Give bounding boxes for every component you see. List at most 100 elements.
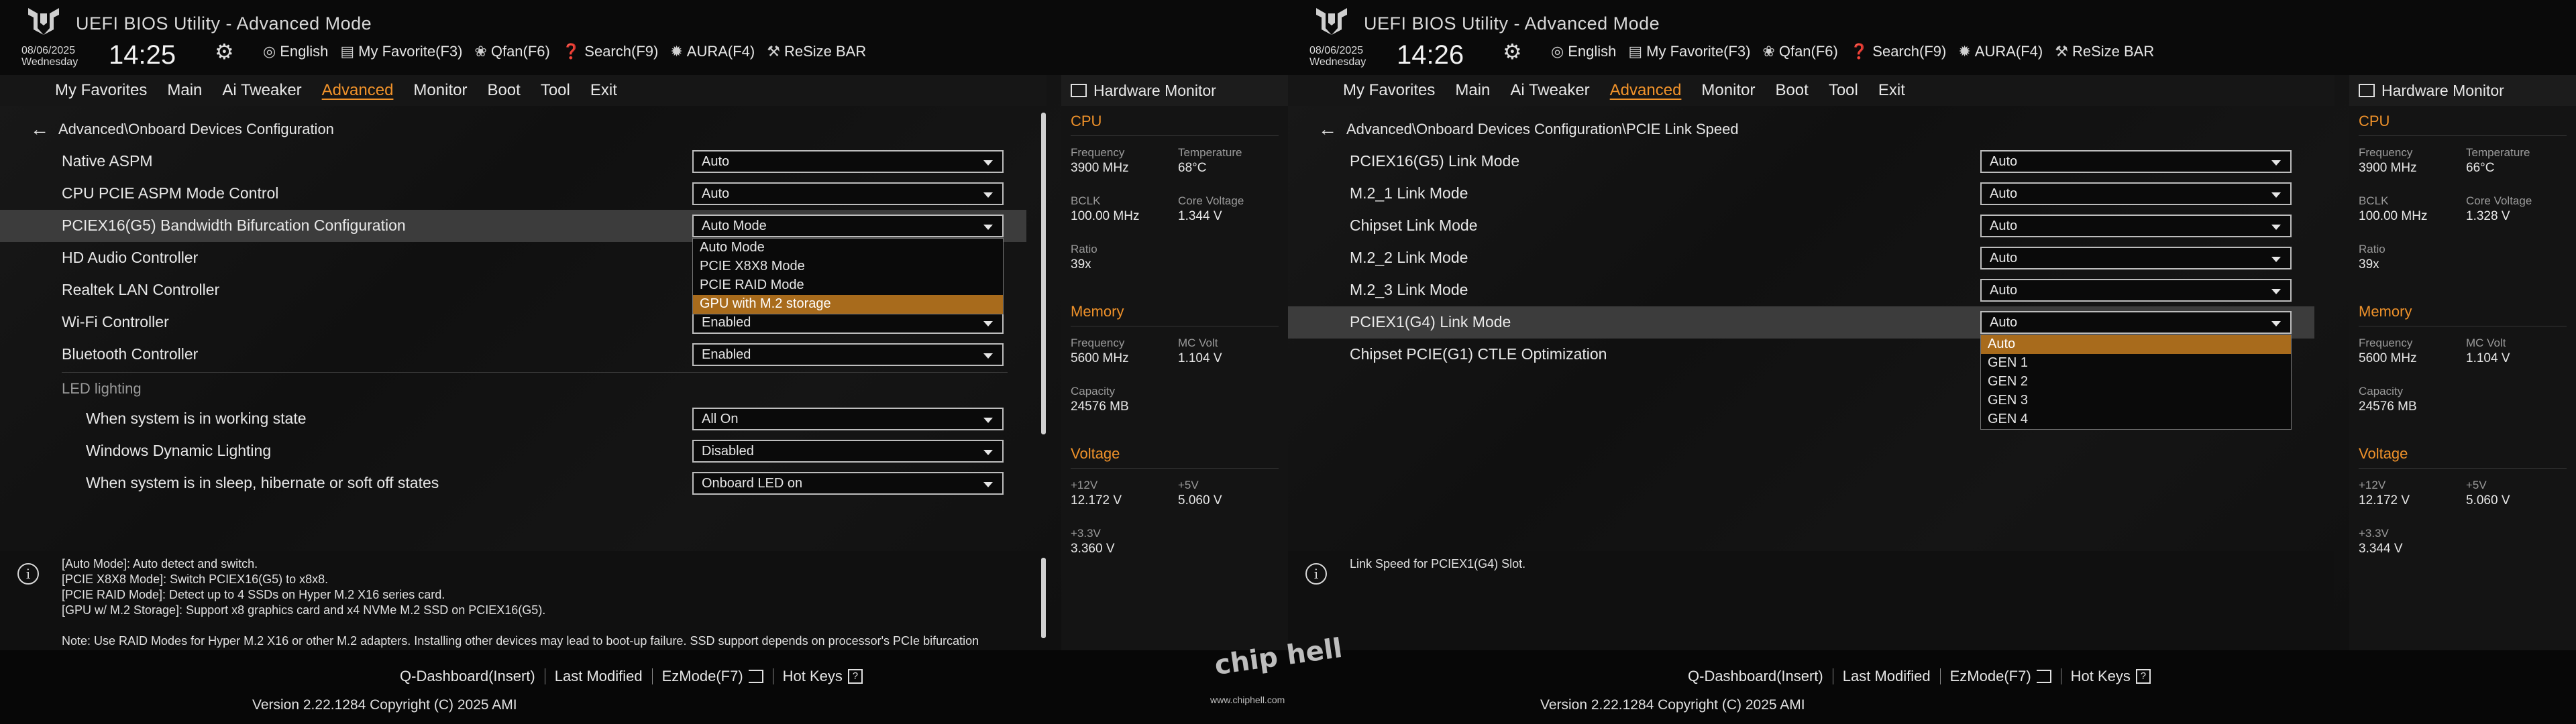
menu-exit[interactable]: Exit bbox=[1878, 81, 1905, 100]
shortcut-favorite[interactable]: ▤ My Favorite(F3) bbox=[340, 43, 462, 60]
shortcut-fan[interactable]: ❀ Qfan(F6) bbox=[1762, 43, 1837, 60]
back-arrow-icon[interactable]: ← bbox=[1318, 119, 1337, 140]
shortcut-search[interactable]: ❓ Search(F9) bbox=[1850, 43, 1946, 60]
menu-main[interactable]: Main bbox=[167, 81, 202, 100]
setting-row[interactable]: Bluetooth Controller Enabled bbox=[0, 339, 1026, 371]
menu-main[interactable]: Main bbox=[1455, 81, 1490, 100]
hw-metric-value: 1.328 V bbox=[2466, 209, 2510, 223]
dropdown-option[interactable]: GEN 2 bbox=[1981, 373, 2291, 391]
footer-hot-keys[interactable]: Hot Keys? bbox=[2061, 668, 2160, 685]
hw-metric-label: +3.3V bbox=[2359, 527, 2389, 540]
setting-row[interactable]: CPU PCIE ASPM Mode Control Auto bbox=[0, 178, 1026, 210]
setting-row[interactable]: PCIEX16(G5) Bandwidth Bifurcation Config… bbox=[0, 210, 1026, 242]
setting-dropdown[interactable]: Disabled bbox=[692, 440, 1004, 463]
menu-monitor[interactable]: Monitor bbox=[1701, 81, 1755, 100]
hw-section-divider bbox=[2359, 468, 2567, 469]
hw-metric-value: 1.104 V bbox=[1178, 351, 1222, 365]
breadcrumb-path: Advanced\Onboard Devices Configuration\P… bbox=[1346, 121, 1739, 137]
setting-dropdown[interactable]: Auto bbox=[1980, 215, 2292, 237]
menu-advanced[interactable]: Advanced bbox=[1610, 81, 1682, 100]
setting-dropdown[interactable]: Onboard LED on bbox=[692, 472, 1004, 495]
menu-tool[interactable]: Tool bbox=[1829, 81, 1858, 100]
date-text: 08/06/2025 bbox=[1309, 45, 1364, 56]
aura-icon: ✹ bbox=[1958, 43, 1971, 60]
gear-icon[interactable]: ⚙ bbox=[1503, 39, 1522, 64]
setting-dropdown[interactable]: Auto bbox=[1980, 182, 2292, 205]
dropdown-option[interactable]: GEN 4 bbox=[1981, 410, 2291, 429]
setting-dropdown[interactable]: Auto bbox=[1980, 311, 2292, 334]
dropdown-option[interactable]: PCIE RAID Mode bbox=[693, 276, 1003, 295]
setting-dropdown[interactable]: Auto bbox=[692, 150, 1004, 173]
shortcut-globe[interactable]: ◎ English bbox=[1551, 43, 1616, 60]
help-key-icon: ? bbox=[847, 669, 863, 684]
setting-label: PCIEX1(G4) Link Mode bbox=[1350, 313, 1511, 330]
setting-dropdown[interactable]: Auto Mode bbox=[692, 215, 1004, 237]
dropdown-option[interactable]: Auto bbox=[1981, 335, 2291, 354]
settings-panel: ← Advanced\Onboard Devices Configuration\… bbox=[1288, 107, 2334, 550]
time-display: 14:26 bbox=[1397, 40, 1464, 70]
dropdown-value: Onboard LED on bbox=[702, 476, 803, 491]
menu-boot[interactable]: Boot bbox=[1775, 81, 1808, 100]
setting-dropdown[interactable]: Auto bbox=[1980, 279, 2292, 302]
shortcut-resize-bar[interactable]: ⚒ ReSize BAR bbox=[2055, 43, 2154, 60]
gear-icon[interactable]: ⚙ bbox=[215, 39, 234, 64]
setting-row[interactable]: Native ASPM Auto bbox=[0, 145, 1026, 178]
shortcut-aura[interactable]: ✹ AURA(F4) bbox=[1958, 43, 2043, 60]
setting-dropdown[interactable]: Enabled bbox=[692, 343, 1004, 366]
footer-hot-keys[interactable]: Hot Keys? bbox=[773, 668, 872, 685]
setting-row[interactable]: Chipset Link Mode Auto bbox=[1288, 210, 2314, 242]
dropdown-option[interactable]: GPU with M.2 storage bbox=[693, 295, 1003, 314]
dropdown-option[interactable]: GEN 1 bbox=[1981, 354, 2291, 373]
setting-dropdown[interactable]: All On bbox=[692, 408, 1004, 430]
footer-label: Hot Keys bbox=[2070, 668, 2131, 684]
shortcut-globe[interactable]: ◎ English bbox=[263, 43, 328, 60]
menu-advanced[interactable]: Advanced bbox=[322, 81, 394, 100]
footer-q-dashboard-insert[interactable]: Q-Dashboard(Insert) bbox=[1678, 668, 1833, 685]
dropdown-option[interactable]: Auto Mode bbox=[693, 239, 1003, 257]
back-arrow-icon[interactable]: ← bbox=[30, 119, 49, 140]
dropdown-option[interactable]: PCIE X8X8 Mode bbox=[693, 257, 1003, 276]
setting-row[interactable]: M.2_1 Link Mode Auto bbox=[1288, 178, 2314, 210]
setting-row[interactable]: M.2_3 Link Mode Auto bbox=[1288, 274, 2314, 306]
menu-my-favorites[interactable]: My Favorites bbox=[1343, 81, 1435, 100]
setting-row[interactable]: When system is in sleep, hibernate or so… bbox=[0, 467, 1026, 499]
menu-boot[interactable]: Boot bbox=[487, 81, 520, 100]
dropdown-option[interactable]: GEN 3 bbox=[1981, 391, 2291, 410]
date-display: 08/06/2025 Wednesday bbox=[1309, 45, 1366, 68]
setting-dropdown[interactable]: Auto bbox=[1980, 150, 2292, 173]
setting-dropdown[interactable]: Auto bbox=[692, 182, 1004, 205]
menu-exit[interactable]: Exit bbox=[590, 81, 617, 100]
shortcut-search[interactable]: ❓ Search(F9) bbox=[562, 43, 658, 60]
setting-dropdown[interactable]: Enabled bbox=[692, 311, 1004, 334]
menu-tool[interactable]: Tool bbox=[541, 81, 570, 100]
shortcut-favorite[interactable]: ▤ My Favorite(F3) bbox=[1628, 43, 1750, 60]
menu-my-favorites[interactable]: My Favorites bbox=[55, 81, 147, 100]
setting-dropdown[interactable]: Auto bbox=[1980, 247, 2292, 269]
footer-last-modified[interactable]: Last Modified bbox=[545, 668, 652, 685]
setting-row[interactable]: PCIEX16(G5) Link Mode Auto bbox=[1288, 145, 2314, 178]
hw-metric-label: Ratio bbox=[2359, 243, 2385, 255]
shortcut-resize-bar[interactable]: ⚒ ReSize BAR bbox=[767, 43, 866, 60]
shortcut-label: English bbox=[1568, 43, 1617, 60]
menu-ai-tweaker[interactable]: Ai Tweaker bbox=[1510, 81, 1589, 100]
help-scrollbar[interactable] bbox=[1041, 558, 1046, 638]
help-panel: i Link Speed for PCIEX1(G4) Slot. bbox=[1288, 551, 2334, 650]
footer-last-modified[interactable]: Last Modified bbox=[1833, 668, 1940, 685]
shortcut-aura[interactable]: ✹ AURA(F4) bbox=[670, 43, 755, 60]
hw-metric-label: Core Voltage bbox=[2466, 194, 2532, 207]
menu-monitor[interactable]: Monitor bbox=[413, 81, 467, 100]
footer-ezmode-f7[interactable]: EzMode(F7) bbox=[1941, 668, 2061, 685]
hw-section-title: Memory bbox=[2359, 303, 2412, 320]
chevron-down-icon bbox=[983, 321, 993, 326]
menu-ai-tweaker[interactable]: Ai Tweaker bbox=[222, 81, 301, 100]
setting-row[interactable]: M.2_2 Link Mode Auto bbox=[1288, 242, 2314, 274]
footer-q-dashboard-insert[interactable]: Q-Dashboard(Insert) bbox=[390, 668, 545, 685]
setting-row[interactable]: PCIEX1(G4) Link Mode Auto bbox=[1288, 306, 2314, 339]
shortcut-fan[interactable]: ❀ Qfan(F6) bbox=[474, 43, 549, 60]
setting-row[interactable]: Windows Dynamic Lighting Disabled bbox=[0, 435, 1026, 467]
settings-scrollbar[interactable] bbox=[1041, 113, 1046, 434]
setting-row[interactable]: When system is in working state All On bbox=[0, 403, 1026, 435]
dropdown-value: Auto bbox=[1990, 251, 2018, 265]
footer-ezmode-f7[interactable]: EzMode(F7) bbox=[653, 668, 773, 685]
hw-metric-value: 1.344 V bbox=[1178, 209, 1222, 223]
